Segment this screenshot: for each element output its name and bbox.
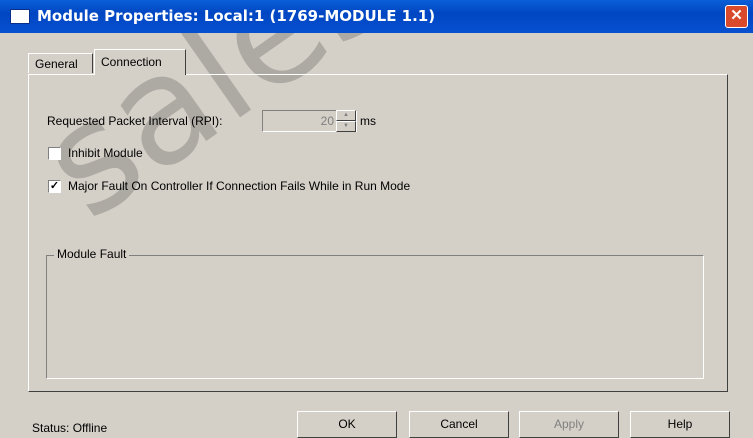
module-fault-group — [46, 255, 704, 379]
module-fault-label: Module Fault — [54, 247, 130, 261]
rpi-unit: ms — [360, 114, 376, 128]
status-text: Status: Offline — [32, 421, 108, 435]
title-bar[interactable]: Module Properties: Local:1 (1769-MODULE … — [0, 0, 753, 33]
major-fault-label[interactable]: Major Fault On Controller If Connection … — [68, 179, 410, 193]
spin-up-icon[interactable]: ▲ — [336, 110, 356, 121]
ok-button[interactable]: OK — [297, 411, 397, 438]
inhibit-module-label[interactable]: Inhibit Module — [68, 146, 143, 160]
rpi-label: Requested Packet Interval (RPI): — [47, 114, 223, 128]
apply-button[interactable]: Apply — [519, 411, 619, 438]
help-button[interactable]: Help — [630, 411, 730, 438]
window-title: Module Properties: Local:1 (1769-MODULE … — [37, 7, 436, 25]
close-button[interactable]: ✕ — [725, 5, 748, 28]
tab-connection[interactable]: Connection — [94, 49, 186, 75]
spin-down-icon[interactable]: ▼ — [336, 121, 356, 132]
cancel-button[interactable]: Cancel — [409, 411, 509, 438]
tab-general[interactable]: General — [28, 53, 93, 73]
window-icon — [10, 9, 30, 24]
inhibit-module-checkbox[interactable] — [48, 147, 61, 160]
major-fault-checkbox[interactable]: ✓ — [48, 180, 61, 193]
rpi-spinner[interactable]: ▲ ▼ — [336, 110, 356, 132]
